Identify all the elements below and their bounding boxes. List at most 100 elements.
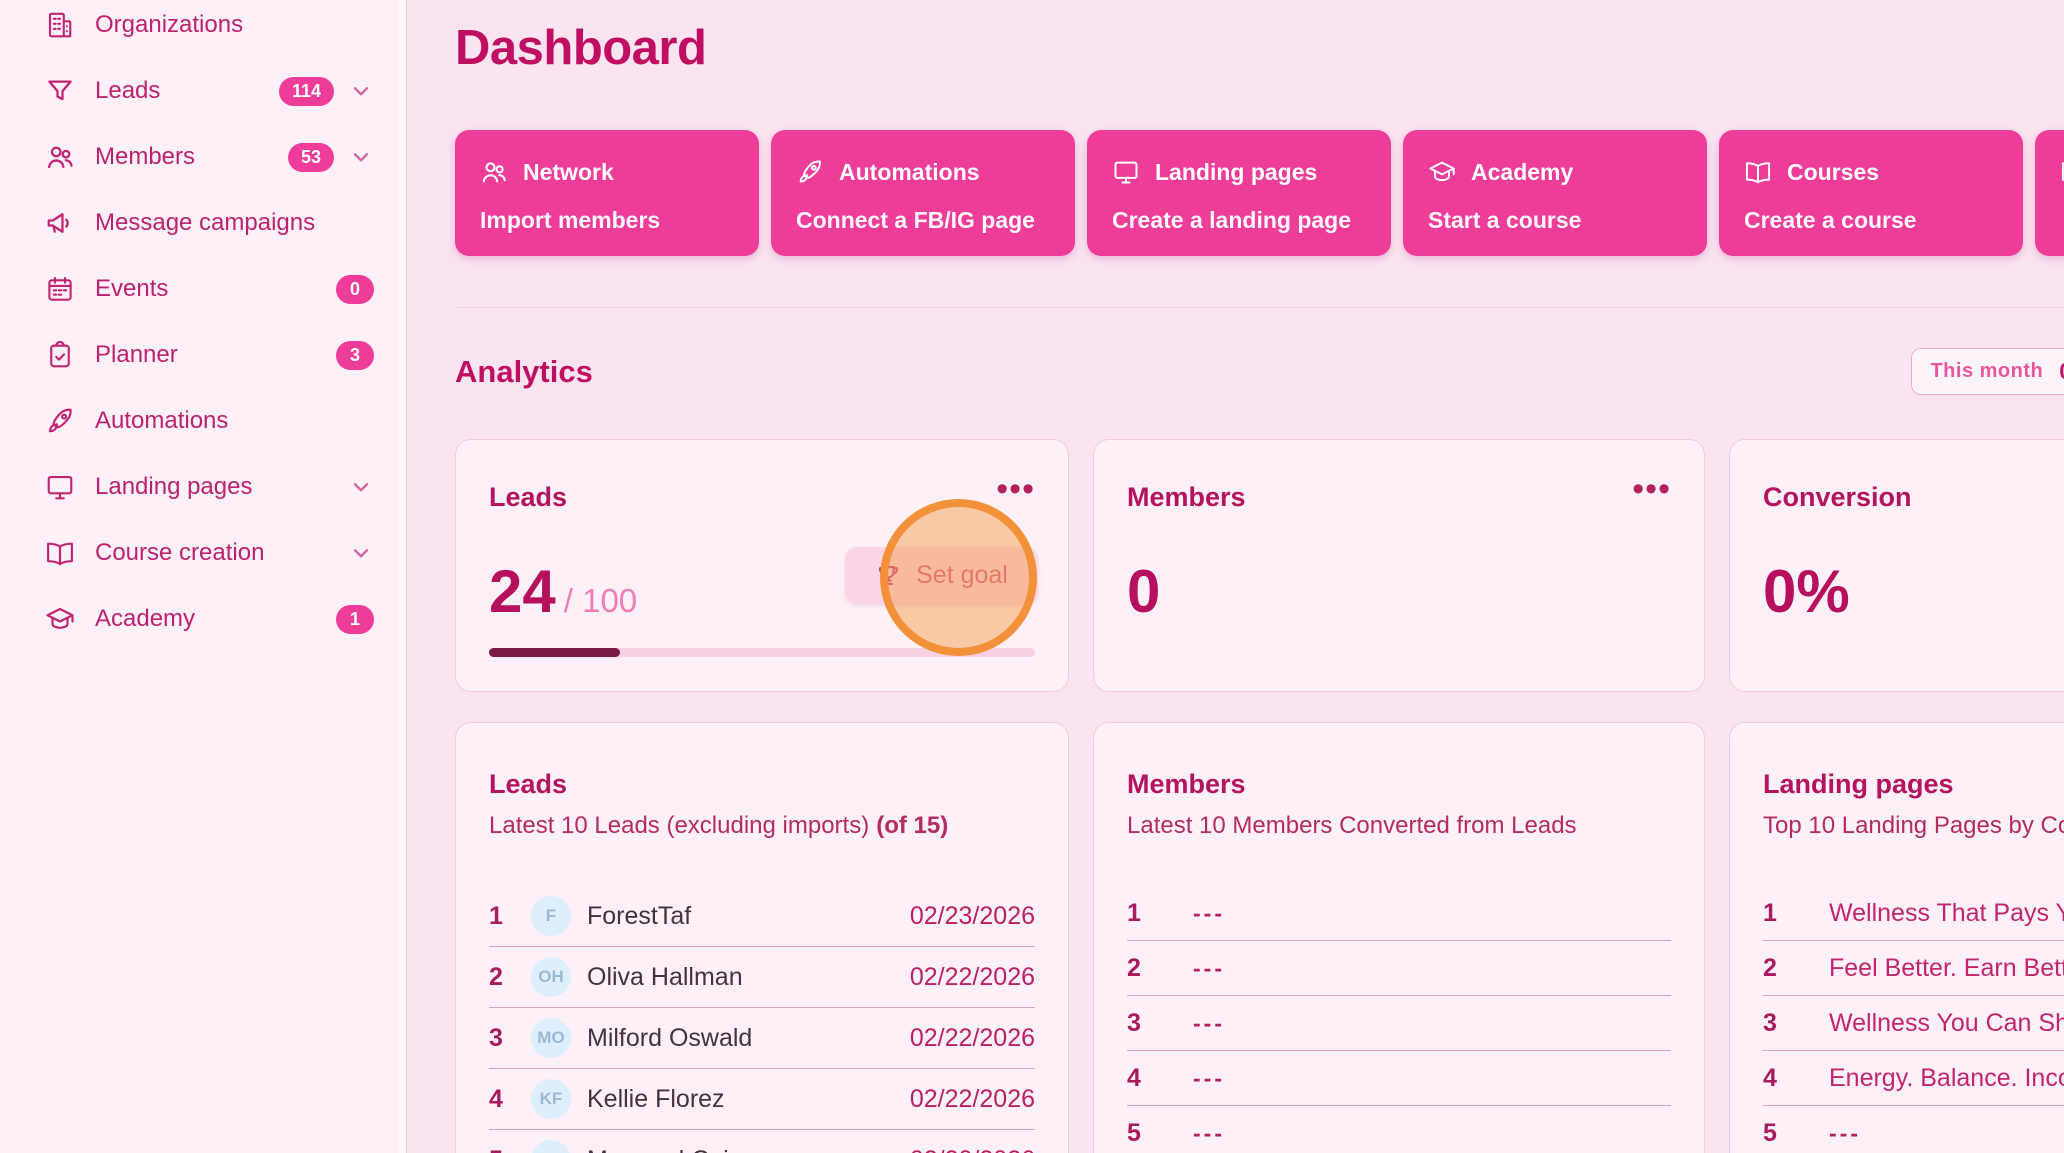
quick-action-sublabel: Create a course xyxy=(1744,207,1998,234)
quick-action-sublabel: Create a landing page xyxy=(1112,207,1366,234)
landing-page-row[interactable]: 4 Energy. Balance. Income. xyxy=(1763,1051,2064,1106)
period-selector[interactable]: This month 02/0 xyxy=(1911,348,2064,395)
row-rank: 2 xyxy=(1763,954,1793,983)
chevron-down-icon[interactable] xyxy=(348,144,374,170)
row-rank: 5 xyxy=(1763,1119,1793,1148)
quick-action-academy[interactable]: Academy Start a course xyxy=(1403,130,1707,256)
members-rows: 1 --- 2 --- 3 --- 4 --- xyxy=(1127,886,1671,1153)
landing-pages-rows: 1 Wellness That Pays You Back 2 Feel Bet… xyxy=(1763,886,2064,1153)
row-rank: 4 xyxy=(1763,1064,1793,1093)
sidebar-item-planner[interactable]: Planner 3 xyxy=(0,322,406,388)
people-icon xyxy=(480,158,508,186)
quick-action-label: Network xyxy=(523,159,614,186)
landing-page-name[interactable]: Feel Better. Earn Better. xyxy=(1829,954,2064,983)
lead-row[interactable]: 5 MC Maynard Caire 02/20/2026 xyxy=(489,1130,1035,1153)
stat-card-title: Members xyxy=(1127,482,1246,513)
megaphone-icon xyxy=(45,208,75,238)
list-card-title: Leads xyxy=(489,769,1035,800)
lists-row: Leads Latest 10 Leads (excluding imports… xyxy=(455,722,2064,1153)
period-label: This month xyxy=(1930,360,2043,383)
conversion-value: 0% xyxy=(1763,557,1850,626)
building-icon xyxy=(45,10,75,40)
ellipsis-menu-icon[interactable]: ••• xyxy=(996,482,1035,496)
academy-count-badge: 1 xyxy=(336,605,374,634)
row-rank: 4 xyxy=(1127,1064,1157,1093)
quick-action-courses[interactable]: Courses Create a course xyxy=(1719,130,2023,256)
ellipsis-menu-icon[interactable]: ••• xyxy=(1632,482,1671,496)
sidebar-item-members[interactable]: Members 53 xyxy=(0,124,406,190)
sidebar-item-leads[interactable]: Leads 114 xyxy=(0,58,406,124)
quick-action-sublabel: Import members xyxy=(480,207,734,234)
leads-stat-card: Leads ••• 24 / 100 Set goal xyxy=(455,439,1069,692)
period-value: 02/0 xyxy=(2059,358,2064,385)
landing-page-row[interactable]: 2 Feel Better. Earn Better. xyxy=(1763,941,2064,996)
sidebar-item-events[interactable]: Events 0 xyxy=(0,256,406,322)
analytics-header: Analytics This month 02/0 xyxy=(455,348,2064,395)
sidebar-item-label: Organizations xyxy=(95,11,374,39)
list-card-subtitle: Latest 10 Members Converted from Leads xyxy=(1127,812,1671,840)
analytics-title: Analytics xyxy=(455,354,593,390)
landing-page-row[interactable]: 1 Wellness That Pays You Back xyxy=(1763,886,2064,941)
member-row: 3 --- xyxy=(1127,996,1671,1051)
empty-value: --- xyxy=(1193,900,1225,927)
sidebar-item-organizations[interactable]: Organizations xyxy=(0,0,406,58)
members-list-card: Members Latest 10 Members Converted from… xyxy=(1093,722,1705,1153)
row-rank: 3 xyxy=(489,1024,519,1053)
row-rank: 1 xyxy=(1127,899,1157,928)
calendar-icon xyxy=(45,274,75,304)
subtitle-text: Latest 10 Leads (excluding imports) xyxy=(489,812,869,839)
list-card-title: Landing pages xyxy=(1763,769,2064,800)
lead-name: Oliva Hallman xyxy=(587,963,743,992)
sidebar-item-automations[interactable]: Automations xyxy=(0,388,406,454)
sidebar-item-landing-pages[interactable]: Landing pages xyxy=(0,454,406,520)
quick-action-landing-pages[interactable]: Landing pages Create a landing page xyxy=(1087,130,1391,256)
landing-page-row: 5 --- xyxy=(1763,1106,2064,1153)
sidebar-item-message-campaigns[interactable]: Message campaigns xyxy=(0,190,406,256)
row-rank: 2 xyxy=(489,963,519,992)
empty-value: --- xyxy=(1193,955,1225,982)
avatar: MC xyxy=(531,1140,571,1153)
leads-progress-bar xyxy=(489,648,1035,657)
landing-page-name[interactable]: Wellness You Can Share xyxy=(1829,1009,2064,1038)
sidebar-item-label: Landing pages xyxy=(95,473,348,501)
list-card-subtitle: Latest 10 Leads (excluding imports) (of 1… xyxy=(489,812,1035,840)
empty-value: --- xyxy=(1193,1065,1225,1092)
empty-value: --- xyxy=(1829,1120,1861,1147)
quick-action-clipped[interactable] xyxy=(2035,130,2064,256)
sidebar-item-label: Course creation xyxy=(95,539,348,567)
chevron-down-icon[interactable] xyxy=(348,540,374,566)
chevron-down-icon[interactable] xyxy=(348,78,374,104)
leads-goal-value: / 100 xyxy=(564,582,637,620)
subtitle-bold-text: (of 15) xyxy=(876,812,948,839)
lead-date: 02/22/2026 xyxy=(910,1024,1035,1053)
landing-page-name[interactable]: Energy. Balance. Income. xyxy=(1829,1064,2064,1093)
lead-date: 02/20/2026 xyxy=(910,1146,1035,1153)
empty-value: --- xyxy=(1193,1010,1225,1037)
leads-rows: 1 F ForestTaf 02/23/2026 2 OH Oliva Hall… xyxy=(489,886,1035,1153)
landing-page-name[interactable]: Wellness That Pays You Back xyxy=(1829,899,2064,928)
lead-name: Kellie Florez xyxy=(587,1085,725,1114)
sidebar-nav: Organizations Leads 114 Members 53 Messa… xyxy=(0,0,406,652)
set-goal-button[interactable]: Set goal xyxy=(845,547,1038,604)
quick-action-label: Automations xyxy=(839,159,980,186)
avatar: MO xyxy=(531,1018,571,1058)
lead-row[interactable]: 2 OH Oliva Hallman 02/22/2026 xyxy=(489,947,1035,1008)
chevron-down-icon[interactable] xyxy=(348,474,374,500)
sidebar-item-course-creation[interactable]: Course creation xyxy=(0,520,406,586)
members-stat-card: Members ••• 0 xyxy=(1093,439,1705,692)
lead-row[interactable]: 4 KF Kellie Florez 02/22/2026 xyxy=(489,1069,1035,1130)
graduation-cap-icon xyxy=(45,604,75,634)
sidebar-item-academy[interactable]: Academy 1 xyxy=(0,586,406,652)
row-rank: 5 xyxy=(489,1146,519,1153)
lead-row[interactable]: 1 F ForestTaf 02/23/2026 xyxy=(489,886,1035,947)
lead-row[interactable]: 3 MO Milford Oswald 02/22/2026 xyxy=(489,1008,1035,1069)
row-rank: 1 xyxy=(489,902,519,931)
quick-action-network[interactable]: Network Import members xyxy=(455,130,759,256)
landing-page-row[interactable]: 3 Wellness You Can Share xyxy=(1763,996,2064,1051)
row-rank: 4 xyxy=(489,1085,519,1114)
open-book-icon xyxy=(1744,158,1772,186)
quick-action-automations[interactable]: Automations Connect a FB/IG page xyxy=(771,130,1075,256)
lead-date: 02/22/2026 xyxy=(910,1085,1035,1114)
leads-list-card: Leads Latest 10 Leads (excluding imports… xyxy=(455,722,1069,1153)
rocket-icon xyxy=(45,406,75,436)
